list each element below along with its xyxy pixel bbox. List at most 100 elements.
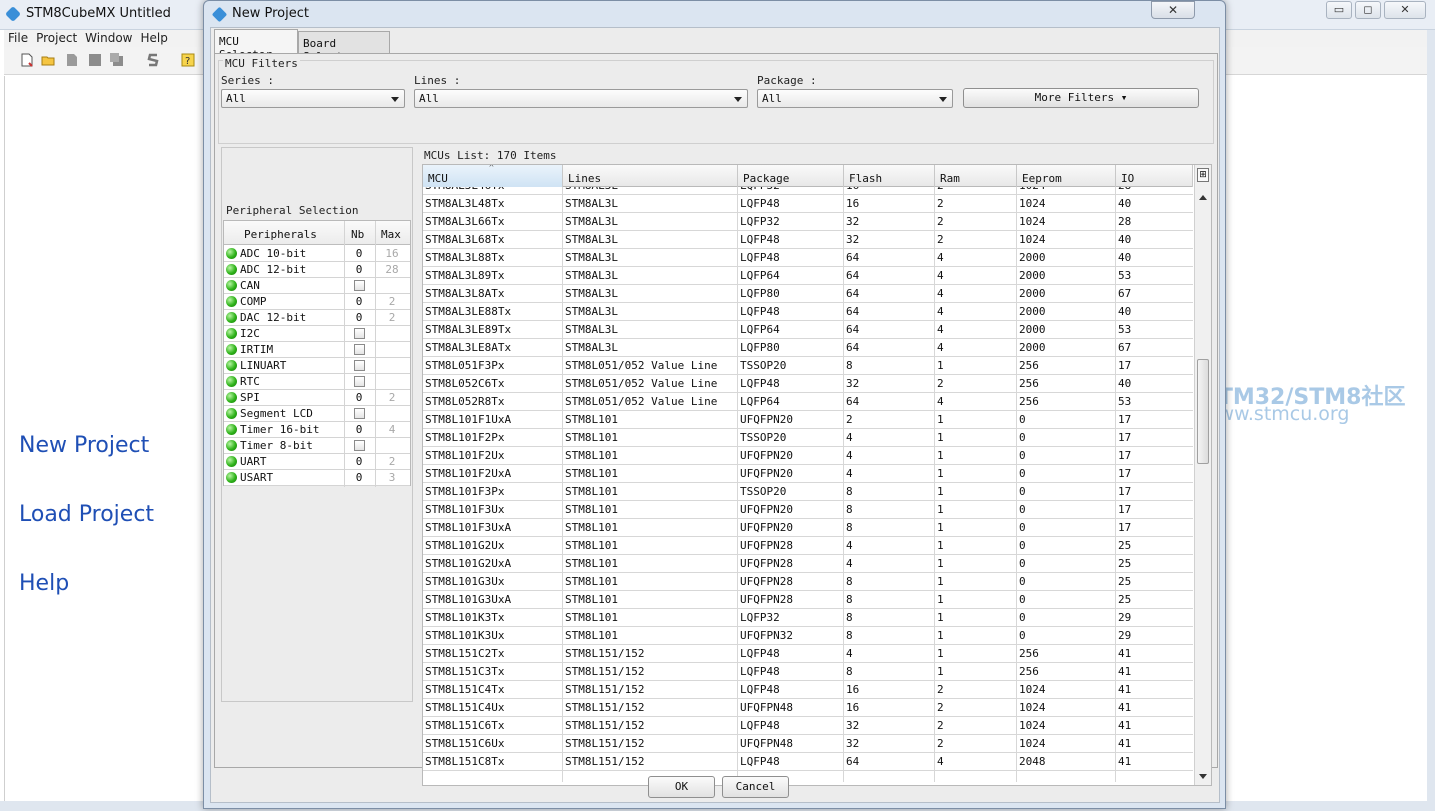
- peripheral-checkbox[interactable]: [354, 440, 365, 451]
- table-row[interactable]: STM8L101F2Ux STM8L101 UFQFPN20 4 1 0 17: [423, 447, 1193, 465]
- peripheral-row[interactable]: USART 0 3: [224, 470, 410, 486]
- nb-header[interactable]: Nb: [351, 228, 364, 241]
- ok-button[interactable]: OK: [648, 776, 715, 798]
- maximize-button[interactable]: ◻: [1355, 1, 1381, 19]
- help-link[interactable]: Help: [19, 571, 69, 596]
- peripheral-row[interactable]: RTC: [224, 374, 410, 390]
- table-row[interactable]: STM8AL3LE89Tx STM8AL3L LQFP64 64 4 2000 53: [423, 321, 1193, 339]
- table-row[interactable]: STM8L151C2Tx STM8L151/152 LQFP48 4 1 256 41: [423, 645, 1193, 663]
- table-row[interactable]: STM8L101G2Ux STM8L101 UFQFPN28 4 1 0 25: [423, 537, 1193, 555]
- peripheral-checkbox[interactable]: [354, 344, 365, 355]
- table-row[interactable]: STM8AL3L46Tx STM8AL3L LQFP32 16 2 1024 28: [423, 187, 1193, 195]
- table-row[interactable]: STM8L151C6Tx STM8L151/152 LQFP48 32 2 1024 41: [423, 717, 1193, 735]
- table-row[interactable]: STM8L151C4Ux STM8L151/152 UFQFPN48 16 2 1024 4…: [423, 699, 1193, 717]
- more-filters-button[interactable]: More Filters ▾: [963, 88, 1199, 108]
- menu-file[interactable]: File: [4, 30, 32, 47]
- peripheral-row[interactable]: I2C: [224, 326, 410, 342]
- peripheral-row[interactable]: Timer 16-bit 0 4: [224, 422, 410, 438]
- help-icon[interactable]: ?: [181, 53, 195, 67]
- peripheral-nb-field[interactable]: 0: [344, 295, 374, 308]
- peripheral-nb-field[interactable]: 0: [344, 311, 374, 324]
- new-project-link[interactable]: New Project: [19, 433, 149, 458]
- peripheral-row[interactable]: UART 0 2: [224, 454, 410, 470]
- generate-code-icon[interactable]: [146, 53, 160, 67]
- column-header-package[interactable]: Package: [738, 165, 844, 187]
- scroll-up-icon[interactable]: [1199, 195, 1207, 200]
- table-row[interactable]: STM8AL3L68Tx STM8AL3L LQFP48 32 2 1024 40: [423, 231, 1193, 249]
- open-folder-icon[interactable]: [41, 53, 55, 67]
- peripheral-row[interactable]: DAC 12-bit 0 2: [224, 310, 410, 326]
- peripheral-checkbox[interactable]: [354, 328, 365, 339]
- tab-board-selector[interactable]: Board Selector: [298, 31, 390, 63]
- mcu-list-scrollbar[interactable]: ⊞: [1194, 165, 1211, 785]
- table-row[interactable]: STM8AL3L89Tx STM8AL3L LQFP64 64 4 2000 53: [423, 267, 1193, 285]
- peripheral-row[interactable]: Timer 8-bit: [224, 438, 410, 454]
- peripheral-row[interactable]: LINUART: [224, 358, 410, 374]
- save-icon[interactable]: [88, 53, 102, 67]
- table-row[interactable]: STM8L101F3UxA STM8L101 UFQFPN20 8 1 0 17: [423, 519, 1193, 537]
- table-row[interactable]: STM8AL3L48Tx STM8AL3L LQFP48 16 2 1024 40: [423, 195, 1193, 213]
- column-menu-icon[interactable]: ⊞: [1197, 168, 1209, 182]
- peripheral-row[interactable]: CAN: [224, 278, 410, 294]
- table-row[interactable]: STM8AL3L66Tx STM8AL3L LQFP32 32 2 1024 28: [423, 213, 1193, 231]
- max-header[interactable]: Max: [381, 228, 401, 241]
- package-select[interactable]: All: [757, 89, 953, 108]
- menu-window[interactable]: Window: [81, 30, 136, 47]
- column-header-ram[interactable]: Ram: [935, 165, 1017, 187]
- peripheral-nb-field[interactable]: 0: [344, 471, 374, 484]
- table-row[interactable]: STM8L151C8Tx STM8L151/152 LQFP48 64 4 2048 41: [423, 753, 1193, 771]
- peripherals-header[interactable]: Peripherals: [244, 228, 317, 241]
- table-row[interactable]: STM8L101F3Px STM8L101 TSSOP20 8 1 0 17: [423, 483, 1193, 501]
- peripheral-nb-field[interactable]: 0: [344, 263, 374, 276]
- table-row[interactable]: STM8L101F1UxA STM8L101 UFQFPN20 2 1 0 17: [423, 411, 1193, 429]
- table-row[interactable]: STM8L101F3Ux STM8L101 UFQFPN20 8 1 0 17: [423, 501, 1193, 519]
- peripheral-row[interactable]: ADC 10-bit 0 16: [224, 246, 410, 262]
- main-close-button[interactable]: ✕: [1384, 1, 1426, 19]
- menu-project[interactable]: Project: [32, 30, 81, 47]
- table-row[interactable]: STM8AL3L8ATx STM8AL3L LQFP80 64 4 2000 67: [423, 285, 1193, 303]
- peripheral-row[interactable]: IRTIM: [224, 342, 410, 358]
- peripheral-checkbox[interactable]: [354, 280, 365, 291]
- table-row[interactable]: STM8L101G3Ux STM8L101 UFQFPN28 8 1 0 25: [423, 573, 1193, 591]
- menu-help[interactable]: Help: [136, 30, 171, 47]
- minimize-button[interactable]: ▭: [1326, 1, 1352, 19]
- peripheral-checkbox[interactable]: [354, 408, 365, 419]
- new-file-icon[interactable]: [20, 53, 34, 67]
- series-select[interactable]: All: [221, 89, 405, 108]
- column-header-lines[interactable]: Lines: [563, 165, 738, 187]
- table-row[interactable]: STM8L052R8Tx STM8L051/052 Value Line LQFP6…: [423, 393, 1193, 411]
- table-row[interactable]: STM8L101K3Ux STM8L101 UFQFPN32 8 1 0 29: [423, 627, 1193, 645]
- save-all-icon[interactable]: [110, 53, 124, 67]
- table-row[interactable]: STM8L151C3Tx STM8L151/152 LQFP48 8 1 256 41: [423, 663, 1193, 681]
- peripheral-nb-field[interactable]: 0: [344, 455, 374, 468]
- table-row[interactable]: STM8L101F2Px STM8L101 TSSOP20 4 1 0 17: [423, 429, 1193, 447]
- scroll-down-icon[interactable]: [1199, 774, 1207, 779]
- table-row[interactable]: STM8L051F3Px STM8L051/052 Value Line TSSOP…: [423, 357, 1193, 375]
- peripheral-row[interactable]: ADC 12-bit 0 28: [224, 262, 410, 278]
- table-row[interactable]: STM8L151C4Tx STM8L151/152 LQFP48 16 2 1024 41: [423, 681, 1193, 699]
- tab-mcu-selector[interactable]: MCU Selector: [214, 29, 298, 61]
- table-row[interactable]: STM8AL3L88Tx STM8AL3L LQFP48 64 4 2000 40: [423, 249, 1193, 267]
- table-row[interactable]: STM8L101G2UxA STM8L101 UFQFPN28 4 1 0 25: [423, 555, 1193, 573]
- dialog-close-button[interactable]: ✕: [1151, 1, 1195, 19]
- peripheral-row[interactable]: SPI 0 2: [224, 390, 410, 406]
- peripheral-row[interactable]: COMP 0 2: [224, 294, 410, 310]
- peripheral-row[interactable]: Segment LCD: [224, 406, 410, 422]
- peripheral-nb-field[interactable]: 0: [344, 391, 374, 404]
- table-row[interactable]: STM8L101K3Tx STM8L101 LQFP32 8 1 0 29: [423, 609, 1193, 627]
- peripheral-nb-field[interactable]: 0: [344, 247, 374, 260]
- table-row[interactable]: STM8L101G3UxA STM8L101 UFQFPN28 8 1 0 25: [423, 591, 1193, 609]
- column-header-eeprom[interactable]: Eeprom: [1017, 165, 1116, 187]
- peripheral-checkbox[interactable]: [354, 360, 365, 371]
- peripheral-checkbox[interactable]: [354, 376, 365, 387]
- column-header-flash[interactable]: Flash: [844, 165, 935, 187]
- table-row[interactable]: STM8AL3LE8ATx STM8AL3L LQFP80 64 4 2000 67: [423, 339, 1193, 357]
- table-row[interactable]: STM8L151C6Ux STM8L151/152 UFQFPN48 32 2 1024 4…: [423, 735, 1193, 753]
- table-row[interactable]: STM8AL3LE88Tx STM8AL3L LQFP48 64 4 2000 40: [423, 303, 1193, 321]
- table-row[interactable]: STM8L052C6Tx STM8L051/052 Value Line LQFP4…: [423, 375, 1193, 393]
- cancel-button[interactable]: Cancel: [722, 776, 789, 798]
- scrollbar-thumb[interactable]: [1197, 359, 1209, 464]
- column-header-io[interactable]: IO: [1116, 165, 1193, 187]
- table-row[interactable]: STM8L101F2UxA STM8L101 UFQFPN20 4 1 0 17: [423, 465, 1193, 483]
- document-icon[interactable]: [65, 53, 79, 67]
